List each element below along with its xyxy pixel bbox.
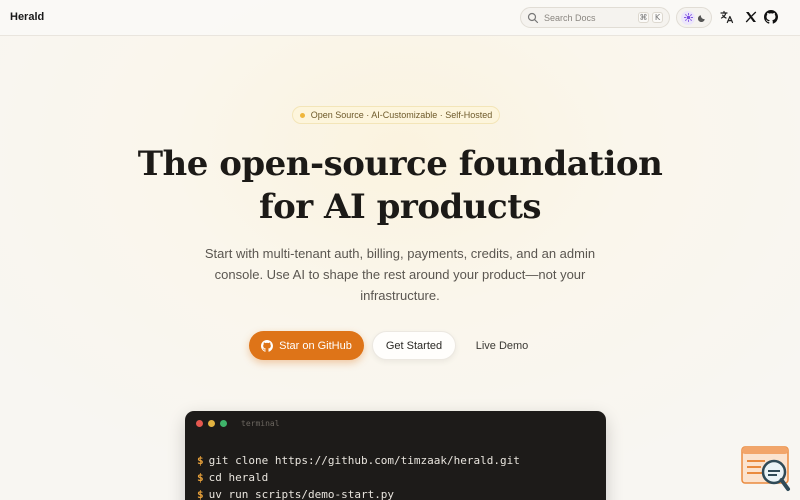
command-text[interactable]: cd herald: [209, 471, 269, 484]
live-demo-button[interactable]: Live Demo: [464, 331, 540, 360]
x-icon[interactable]: [744, 10, 758, 24]
close-dot: [196, 420, 203, 427]
hero-subtitle: Start with multi-tenant auth, billing, p…: [204, 246, 596, 303]
terminal-window: terminal $ git clone https://github.com/t…: [185, 411, 606, 500]
terminal-line: $ cd herald: [197, 469, 520, 486]
github-icon[interactable]: [764, 10, 778, 24]
command-text[interactable]: uv run scripts/demo-start.py: [209, 488, 394, 500]
hero-headline: The open-source foundation for AI produc…: [100, 143, 700, 229]
shortcut-key-cmd: ⌘: [638, 12, 649, 23]
shortcut-key-k: K: [652, 12, 663, 23]
badge-text: Open Source · AI-Customizable · Self-Hos…: [310, 110, 493, 120]
sun-icon[interactable]: [681, 10, 696, 25]
search-icon: [527, 12, 539, 23]
translate-icon[interactable]: [720, 10, 734, 24]
search-placeholder: Search Docs: [544, 12, 596, 23]
prompt-symbol: $: [197, 454, 204, 467]
github-icon: [261, 339, 274, 352]
floating-search-widget-icon[interactable]: [741, 446, 791, 492]
terminal-body: $ git clone https://github.com/timzaak/he…: [197, 452, 520, 500]
feature-badge: Open Source · AI-Customizable · Self-Hos…: [292, 106, 500, 124]
terminal-line: $ uv run scripts/demo-start.py: [197, 486, 520, 500]
badge-dot: [299, 112, 305, 118]
prompt-symbol: $: [197, 488, 204, 500]
get-started-button[interactable]: Get Started: [372, 331, 456, 360]
headline-line-2: for AI products: [258, 187, 542, 227]
terminal-line: $ git clone https://github.com/timzaak/he…: [197, 452, 520, 469]
command-text[interactable]: git clone https://github.com/timzaak/her…: [209, 454, 520, 467]
minimize-dot: [208, 420, 215, 427]
star-on-github-label: Star on GitHub: [279, 339, 352, 352]
brand-logo[interactable]: Herald: [10, 11, 44, 23]
star-on-github-button[interactable]: Star on GitHub: [249, 331, 364, 360]
headline-line-1: The open-source foundation: [137, 144, 663, 184]
maximize-dot: [220, 420, 227, 427]
prompt-symbol: $: [197, 471, 204, 484]
search-button[interactable]: Search Docs ⌘ K: [520, 7, 670, 28]
top-nav: Herald Search Docs ⌘ K: [0, 0, 800, 36]
moon-icon[interactable]: [697, 13, 707, 22]
terminal-title: terminal: [241, 419, 280, 428]
theme-toggle[interactable]: [676, 7, 712, 28]
